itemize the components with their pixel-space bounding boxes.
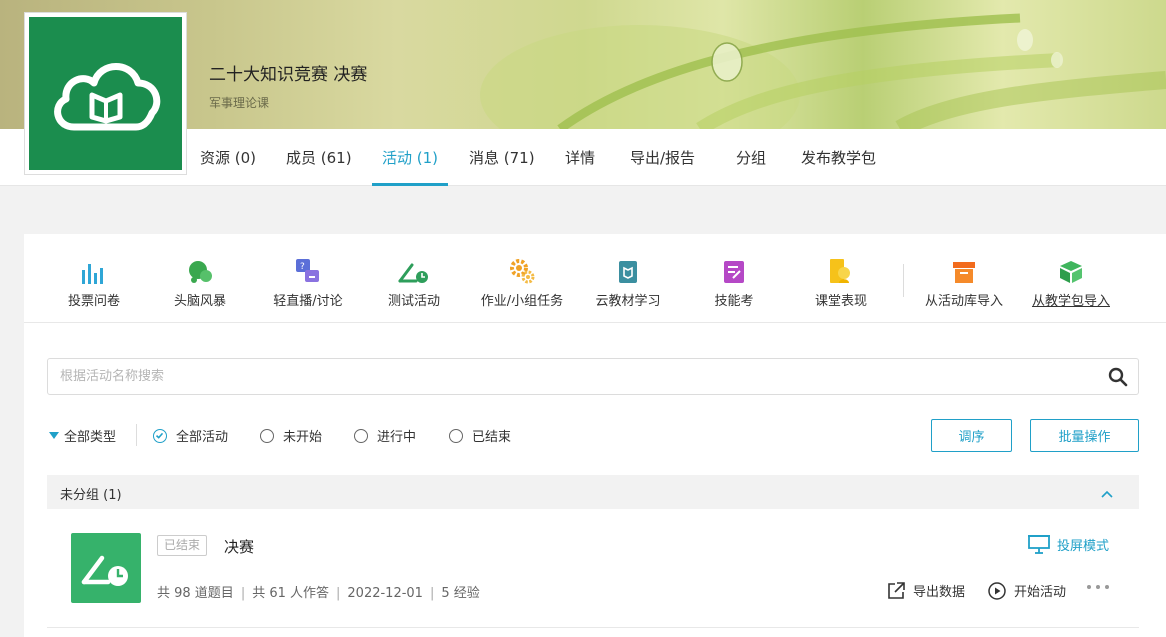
- start-activity-label: 开始活动: [1014, 585, 1067, 600]
- type-filter-label: 全部类型: [64, 430, 117, 445]
- tool-label: 测试活动: [387, 294, 440, 309]
- tool-test-activity[interactable]: 测试活动: [384, 256, 444, 309]
- tool-vote-survey[interactable]: 投票问卷: [64, 256, 124, 309]
- tool-label: 云教材学习: [595, 294, 661, 309]
- activity-toolbar: 投票问卷 头脑风暴 ? 轻直播/讨论 测试活动 作业/小组任务 云教材学习 技能…: [24, 234, 1166, 323]
- search-input[interactable]: [48, 359, 1048, 394]
- bar-chart-icon: [64, 256, 124, 284]
- radio-checked-icon: [153, 428, 167, 443]
- live-discussion-icon: ?: [266, 256, 350, 284]
- tool-import-teaching-package[interactable]: 从教学包导入: [1027, 256, 1115, 309]
- tool-label: 从教学包导入: [1031, 294, 1110, 309]
- tab-export-report[interactable]: 导出/报告: [630, 147, 695, 168]
- sort-order-button[interactable]: 调序: [931, 419, 1012, 452]
- play-circle-icon: [988, 581, 1006, 600]
- tool-live-discussion[interactable]: ? 轻直播/讨论: [266, 256, 350, 309]
- experience-points: 5 经验: [441, 586, 480, 601]
- group-header[interactable]: 未分组 (1): [47, 475, 1139, 509]
- type-filter-dropdown[interactable]: 全部类型: [49, 426, 116, 445]
- tab-groups[interactable]: 分组: [736, 147, 766, 168]
- tool-cloud-textbook[interactable]: 云教材学习: [592, 256, 664, 309]
- tool-skill-exam[interactable]: 技能考: [710, 256, 758, 309]
- tab-publish-package[interactable]: 发布教学包: [801, 147, 876, 168]
- activity-title[interactable]: 决赛: [224, 536, 254, 557]
- activity-meta: 共 98 道题目 | 共 61 人作答 | 2022-12-01 | 5 经验: [157, 586, 480, 601]
- package-cube-icon: [1027, 256, 1115, 284]
- gears-icon: [474, 256, 570, 284]
- filter-divider: [136, 424, 137, 446]
- activity-search: [47, 358, 1139, 395]
- radio-icon: [260, 428, 274, 443]
- tab-activities[interactable]: 活动 (1): [382, 147, 438, 168]
- tool-import-activity-library[interactable]: 从活动库导入: [920, 256, 1008, 309]
- tool-label: 课堂表现: [814, 294, 867, 309]
- filter-label: 已结束: [472, 430, 512, 445]
- tool-homework-group-task[interactable]: 作业/小组任务: [474, 256, 570, 309]
- tool-brainstorm[interactable]: 头脑风暴: [170, 256, 230, 309]
- active-tab-indicator: [372, 183, 448, 186]
- activity-date: 2022-12-01: [347, 586, 423, 601]
- status-badge: 已结束: [157, 535, 208, 556]
- tool-label: 投票问卷: [67, 294, 120, 309]
- tool-label: 技能考: [714, 294, 754, 309]
- skill-exam-icon: [710, 256, 758, 284]
- projector-screen-icon: [1028, 535, 1050, 554]
- filter-label: 全部活动: [176, 430, 229, 445]
- radio-icon: [449, 428, 463, 443]
- projection-mode-button[interactable]: 投屏模式: [1027, 533, 1109, 555]
- brainstorm-bubble-icon: [170, 256, 230, 284]
- tab-resources[interactable]: 资源 (0): [200, 147, 256, 168]
- filter-in-progress[interactable]: 进行中: [354, 426, 416, 445]
- cloud-book-icon: [592, 256, 664, 284]
- activities-panel: 投票问卷 头脑风暴 ? 轻直播/讨论 测试活动 作业/小组任务 云教材学习 技能…: [24, 234, 1166, 637]
- projection-mode-label: 投屏模式: [1057, 538, 1110, 554]
- activity-item[interactable]: 已结束 决赛 共 98 道题目 | 共 61 人作答 | 2022-12-01 | 5 经验…: [47, 509, 1139, 628]
- search-icon[interactable]: [1108, 367, 1128, 391]
- tool-label: 轻直播/讨论: [273, 294, 343, 309]
- filter-label: 未开始: [283, 430, 323, 445]
- answer-count: 共 61 人作答: [252, 586, 330, 601]
- svg-text:?: ?: [300, 262, 305, 272]
- archive-box-icon: [920, 256, 1008, 284]
- filter-not-started[interactable]: 未开始: [260, 426, 322, 445]
- more-options-icon[interactable]: [1087, 585, 1114, 589]
- tab-details[interactable]: 详情: [565, 147, 595, 168]
- cloud-book-logo-icon: [53, 62, 160, 130]
- tool-label: 作业/小组任务: [480, 294, 564, 309]
- test-activity-icon: [71, 533, 141, 603]
- tool-label: 头脑风暴: [173, 294, 226, 309]
- test-clock-icon: [384, 256, 444, 284]
- tab-members[interactable]: 成员 (61): [286, 147, 352, 168]
- question-count: 共 98 道题目: [157, 586, 234, 601]
- export-data-button[interactable]: 导出数据: [887, 581, 965, 600]
- course-subtitle: 军事理论课: [209, 96, 270, 110]
- filter-label: 进行中: [377, 430, 417, 445]
- filter-ended[interactable]: 已结束: [449, 426, 511, 445]
- tool-label: 从活动库导入: [924, 294, 1003, 309]
- export-icon: [888, 581, 905, 599]
- toolbar-divider: [903, 264, 904, 297]
- filter-all-activities[interactable]: 全部活动: [153, 426, 228, 445]
- course-title: 二十大知识竞赛 决赛: [209, 65, 368, 85]
- caret-down-icon: [49, 431, 59, 439]
- export-data-label: 导出数据: [913, 585, 966, 600]
- group-title: 未分组 (1): [60, 488, 122, 503]
- chevron-up-icon[interactable]: [1101, 487, 1113, 502]
- start-activity-button[interactable]: 开始活动: [988, 581, 1066, 600]
- tab-messages[interactable]: 消息 (71): [469, 147, 535, 168]
- radio-icon: [354, 428, 368, 443]
- tool-classroom-performance[interactable]: 课堂表现: [810, 256, 872, 309]
- batch-operation-button[interactable]: 批量操作: [1030, 419, 1139, 452]
- classroom-performance-icon: [810, 256, 872, 284]
- course-logo: [24, 12, 187, 175]
